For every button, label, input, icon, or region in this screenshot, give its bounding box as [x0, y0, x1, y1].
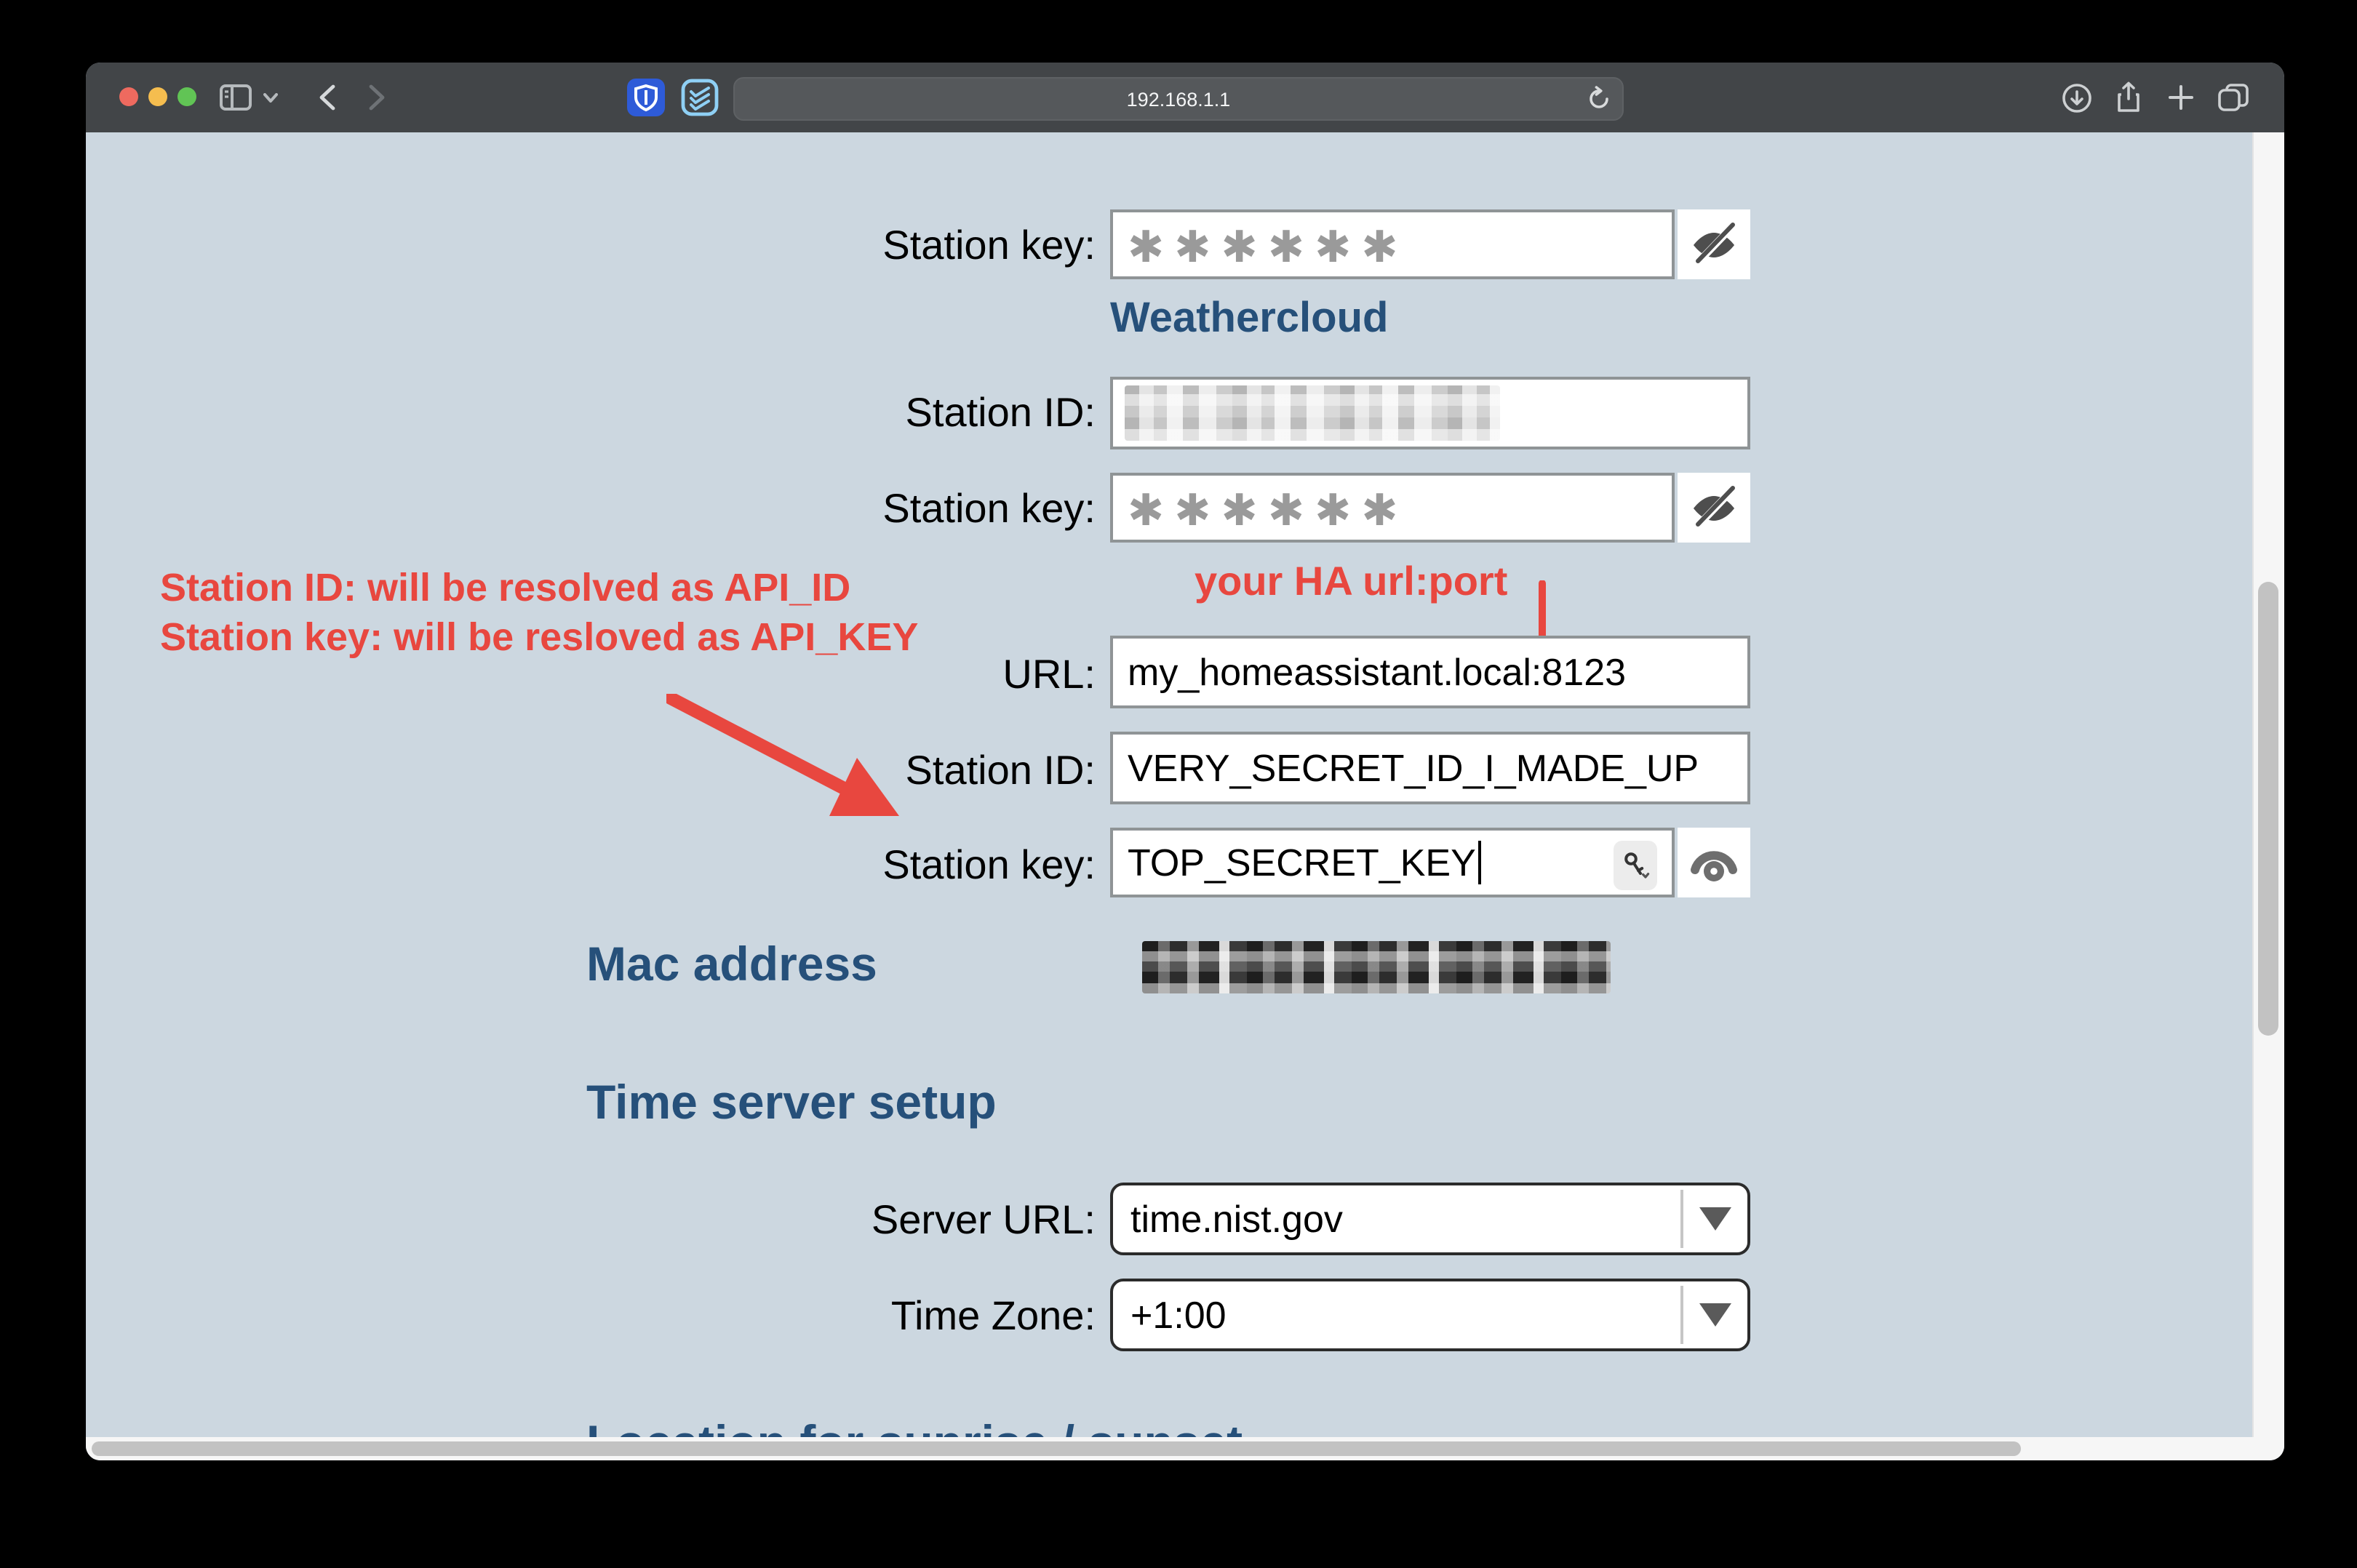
downloads-button[interactable] — [2056, 77, 2097, 118]
select-divider — [1680, 1190, 1683, 1248]
browser-toolbar: 192.168.1.1 — [86, 63, 2284, 134]
annotation-ha-url-port: your HA url:port — [1195, 559, 1507, 605]
url-input[interactable]: my_homeassistant.local:8123 — [1110, 636, 1750, 708]
dropdown-arrow-icon — [1699, 1303, 1731, 1327]
chevrons-square-icon — [681, 79, 719, 116]
station-id-label: Station ID: — [522, 748, 1096, 794]
time-zone-value: +1:00 — [1113, 1292, 1227, 1337]
eye-off-icon — [1689, 223, 1739, 266]
station-key-2-label: Station key: — [522, 486, 1096, 532]
horizontal-scrollbar-thumb[interactable] — [92, 1441, 2021, 1456]
sidebar-toggle-button[interactable] — [215, 77, 256, 118]
select-divider — [1680, 1286, 1683, 1344]
close-window-button[interactable] — [119, 87, 138, 106]
dropdown-arrow-icon — [1699, 1207, 1731, 1231]
annotation-line-1: Station ID: will be resolved as API_ID — [160, 563, 918, 612]
mac-address-heading: Mac address — [586, 937, 877, 992]
chevron-left-icon — [319, 84, 336, 111]
sidebar-icon — [220, 84, 252, 111]
minimize-window-button[interactable] — [148, 87, 167, 106]
url-value: my_homeassistant.local:8123 — [1113, 649, 1626, 695]
annotation-api-note: Station ID: will be resolved as API_ID S… — [160, 563, 918, 662]
text-caret — [1479, 841, 1482, 884]
share-icon — [2115, 81, 2142, 113]
safari-window: 192.168.1.1 — [86, 63, 2284, 1460]
server-url-value: time.nist.gov — [1113, 1196, 1343, 1241]
new-tab-button[interactable] — [2161, 77, 2201, 118]
desktop: 192.168.1.1 — [0, 0, 2357, 1568]
redacted-mac-address-value — [1142, 941, 1611, 993]
station-key-2-input[interactable]: ✱✱✱✱✱✱ — [1110, 473, 1675, 543]
station-key-3-input[interactable]: TOP_SECRET_KEY — [1110, 828, 1675, 897]
vertical-scrollbar-track[interactable] — [2252, 132, 2284, 1437]
station-key-1-input[interactable]: ✱✱✱✱✱✱ — [1110, 209, 1675, 279]
extension-chevrons-button[interactable] — [679, 77, 720, 118]
redacted-station-id-value — [1125, 385, 1500, 441]
station-id-blurred-input[interactable] — [1110, 377, 1750, 449]
time-server-setup-heading: Time server setup — [586, 1075, 997, 1130]
server-url-select[interactable]: time.nist.gov — [1110, 1183, 1750, 1255]
station-id-input[interactable]: VERY_SECRET_ID_I_MADE_UP — [1110, 732, 1750, 804]
download-icon — [2061, 82, 2091, 113]
toggle-password-1-button[interactable] — [1678, 209, 1750, 279]
share-button[interactable] — [2108, 77, 2149, 118]
reload-button[interactable] — [1587, 86, 1611, 112]
server-url-label: Server URL: — [522, 1197, 1096, 1244]
sidebar-menu-chevron[interactable] — [258, 77, 284, 118]
shield-icon — [627, 79, 665, 116]
toggle-password-2-button[interactable] — [1678, 473, 1750, 543]
forward-button[interactable] — [356, 77, 397, 118]
weathercloud-heading: Weathercloud — [1110, 295, 1388, 343]
station-key-3-label: Station key: — [522, 842, 1096, 889]
chevron-down-icon — [263, 92, 278, 103]
eye-off-icon — [1689, 486, 1739, 529]
tab-overview-button[interactable] — [2213, 77, 2254, 118]
key-icon — [1621, 851, 1650, 880]
station-key-3-value: TOP_SECRET_KEY — [1113, 840, 1476, 885]
station-id-value: VERY_SECRET_ID_I_MADE_UP — [1113, 745, 1699, 791]
eye-icon — [1688, 841, 1740, 884]
station-id-blurred-label: Station ID: — [522, 390, 1096, 436]
back-button[interactable] — [307, 77, 348, 118]
password-autofill-button[interactable] — [1614, 841, 1657, 890]
time-zone-select[interactable]: +1:00 — [1110, 1279, 1750, 1351]
time-zone-label: Time Zone: — [522, 1293, 1096, 1340]
horizontal-scrollbar-track[interactable] — [86, 1437, 2284, 1460]
masked-password-text: ✱✱✱✱✱✱ — [1113, 216, 1408, 273]
page-content: Station key: ✱✱✱✱✱✱ Weathercloud Station… — [86, 132, 2284, 1460]
chevron-right-icon — [368, 84, 386, 111]
extension-bitwarden-button[interactable] — [626, 77, 666, 118]
address-url-text: 192.168.1.1 — [1127, 88, 1231, 110]
tabs-overview-icon — [2217, 83, 2249, 112]
vertical-scrollbar-thumb[interactable] — [2258, 582, 2278, 1036]
zoom-window-button[interactable] — [178, 87, 196, 106]
address-bar[interactable]: 192.168.1.1 — [733, 77, 1624, 121]
toggle-password-3-button[interactable] — [1678, 828, 1750, 897]
url-label: URL: — [522, 652, 1096, 698]
station-key-1-label: Station key: — [522, 223, 1096, 269]
plus-icon — [2168, 84, 2194, 111]
masked-password-text: ✱✱✱✱✱✱ — [1113, 479, 1408, 536]
